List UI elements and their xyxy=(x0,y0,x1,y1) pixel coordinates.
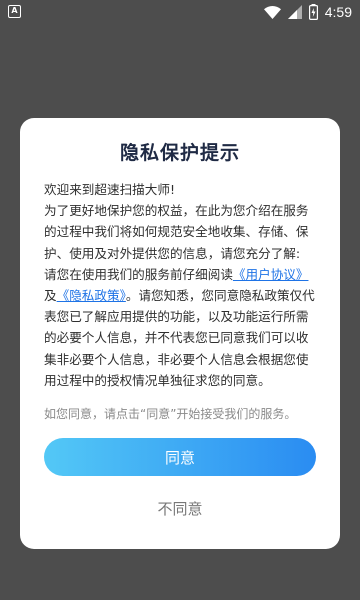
user-agreement-link[interactable]: 《用户协议》 xyxy=(233,267,309,282)
wifi-icon xyxy=(263,5,281,19)
disagree-button[interactable]: 不同意 xyxy=(20,488,340,528)
privacy-policy-link[interactable]: 《隐私政策》 xyxy=(57,288,126,303)
battery-icon xyxy=(308,4,318,20)
status-time: 4:59 xyxy=(324,4,352,20)
dialog-body-scroll[interactable]: 欢迎来到超速扫描大师! 为了更好地保护您的权益，在此为您介绍在服务的过程中我们将… xyxy=(44,179,320,389)
signal-icon xyxy=(287,5,302,19)
dialog-title: 隐私保护提示 xyxy=(119,142,240,164)
notice-prefix: 请您在使用我们的服务前仔细阅读 xyxy=(44,266,233,282)
status-icons: 4:59 xyxy=(263,3,352,21)
welcome-text: 欢迎来到超速扫描大师! xyxy=(44,182,175,197)
agree-button[interactable]: 同意 xyxy=(44,438,316,476)
notice-and: 及 xyxy=(44,288,57,304)
status-bar: A 4:59 xyxy=(0,0,360,24)
consent-hint: 如您同意，请点击“同意”开始接受我们的服务。 xyxy=(44,407,297,421)
intro-text: 为了更好地保护您的权益，在此为您介绍在服务的过程中我们将如何规范安全地收集、存储… xyxy=(44,203,309,261)
notice-text: 请您在使用我们的服务前仔细阅读《用户协议》及《隐私政策》。请您知悉，您同意隐私政… xyxy=(44,264,320,389)
notification-app-icon: A xyxy=(8,5,21,18)
privacy-dialog: 隐私保护提示 欢迎来到超速扫描大师! 为了更好地保护您的权益，在此为您介绍在服务… xyxy=(20,118,340,549)
